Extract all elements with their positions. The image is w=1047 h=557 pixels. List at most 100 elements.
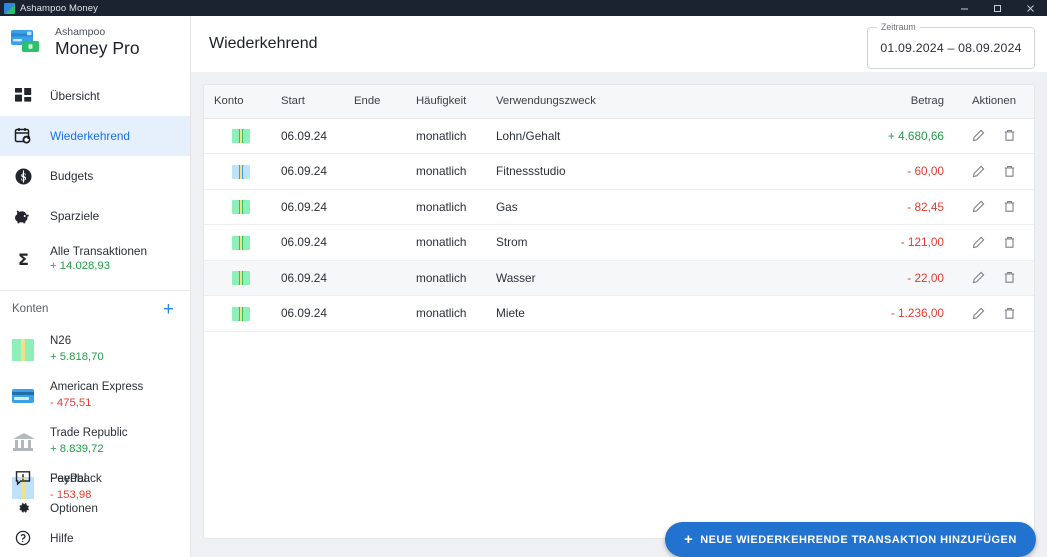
trash-icon[interactable] xyxy=(1002,128,1017,143)
gear-icon xyxy=(12,497,34,519)
recurring-icon xyxy=(12,125,34,147)
sidebar-item-budgets[interactable]: S Budgets xyxy=(0,156,190,196)
pencil-icon[interactable] xyxy=(971,235,986,250)
sidebar: Ashampoo Money Pro Übersicht Wiederkehre… xyxy=(0,16,191,557)
sidebar-item-sparziele[interactable]: Sparziele xyxy=(0,196,190,236)
sidebar-item-alle-transaktionen[interactable]: Σ Alle Transaktionen + 14.028,93 xyxy=(0,236,190,282)
sidebar-item-amount: + 14.028,93 xyxy=(50,260,110,273)
account-item-american-express[interactable]: American Express - 475,51 xyxy=(0,373,190,419)
cell-start: 06.09.24 xyxy=(278,153,350,190)
plus-icon: + xyxy=(684,531,694,548)
column-header-betrag[interactable]: Betrag xyxy=(824,85,954,119)
column-header-verwendungszweck[interactable]: Verwendungszweck xyxy=(490,85,824,119)
table-row[interactable]: 06.09.24 monatlich Gas - 82,45 xyxy=(204,189,1034,225)
cell-purpose: Lohn/Gehalt xyxy=(490,118,824,154)
cell-konto xyxy=(204,224,278,261)
app-logo-icon xyxy=(4,2,15,14)
secondary-nav: Feedback Optionen Hilfe xyxy=(0,463,190,553)
trash-icon[interactable] xyxy=(1002,235,1017,250)
column-header-haeufigkeit[interactable]: Häufigkeit xyxy=(414,85,490,119)
cell-konto xyxy=(204,189,278,225)
banknote-blue-icon xyxy=(232,164,250,179)
credit-card-blue-icon xyxy=(12,385,34,407)
account-balance: + 5.818,70 xyxy=(50,351,104,364)
feedback-icon xyxy=(12,467,34,489)
cell-purpose: Wasser xyxy=(490,260,824,296)
sidebar-item-uebersicht[interactable]: Übersicht xyxy=(0,76,190,116)
cell-frequency: monatlich xyxy=(414,260,490,296)
pencil-icon[interactable] xyxy=(971,306,986,321)
minimize-icon[interactable] xyxy=(948,0,981,16)
window-controls xyxy=(948,0,1047,16)
column-header-konto[interactable]: Konto xyxy=(204,85,278,119)
primary-nav: Übersicht Wiederkehrend Budgets Sparziel… xyxy=(0,68,190,282)
cell-start: 06.09.24 xyxy=(278,260,350,296)
dashboard-icon xyxy=(12,85,34,107)
cell-frequency: monatlich xyxy=(414,153,490,190)
cell-amount: + 4.680,66 xyxy=(824,118,954,154)
table-row[interactable]: 06.09.24 monatlich Wasser - 22,00 xyxy=(204,260,1034,296)
cell-frequency: monatlich xyxy=(414,118,490,154)
budget-coin-icon: S xyxy=(12,165,34,187)
column-header-start[interactable]: Start xyxy=(278,85,350,119)
close-icon[interactable] xyxy=(1014,0,1047,16)
cell-amount: - 22,00 xyxy=(824,260,954,296)
add-recurring-transaction-button[interactable]: + NEUE WIEDERKEHRENDE TRANSAKTION HINZUF… xyxy=(665,522,1036,557)
trash-icon[interactable] xyxy=(1002,199,1017,214)
cell-actions xyxy=(954,118,1034,154)
account-item-n26[interactable]: N26 + 5.818,70 xyxy=(0,327,190,373)
date-range-field[interactable]: Zeitraum 01.09.2024 – 08.09.2024 xyxy=(867,22,1035,69)
pencil-icon[interactable] xyxy=(971,199,986,214)
table-row[interactable]: 06.09.24 monatlich Miete - 1.236,00 xyxy=(204,295,1034,332)
sidebar-item-label: Feedback xyxy=(50,471,102,485)
sidebar-item-feedback[interactable]: Feedback xyxy=(0,463,190,493)
banknote-green-icon xyxy=(232,306,250,321)
cell-amount: - 60,00 xyxy=(824,153,954,190)
sidebar-item-hilfe[interactable]: Hilfe xyxy=(0,523,190,553)
cell-actions xyxy=(954,224,1034,261)
sidebar-item-label: Wiederkehrend xyxy=(50,129,130,143)
sidebar-item-wiederkehrend[interactable]: Wiederkehrend xyxy=(0,116,190,156)
banknote-green-icon xyxy=(12,339,34,361)
table-row[interactable]: 06.09.24 monatlich Strom - 121,00 xyxy=(204,224,1034,261)
cell-start: 06.09.24 xyxy=(278,224,350,261)
cell-actions xyxy=(954,260,1034,296)
cell-ende xyxy=(350,295,414,332)
trash-icon[interactable] xyxy=(1002,164,1017,179)
table-row[interactable]: 06.09.24 monatlich Fitnessstudio - 60,00 xyxy=(204,153,1034,190)
cell-frequency: monatlich xyxy=(414,295,490,332)
brand-block: Ashampoo Money Pro xyxy=(0,16,190,68)
cell-actions xyxy=(954,295,1034,332)
cell-amount: - 1.236,00 xyxy=(824,295,954,332)
sidebar-item-label: Budgets xyxy=(50,169,94,183)
banknote-green-icon xyxy=(232,235,250,250)
svg-text:Σ: Σ xyxy=(18,251,29,268)
add-account-button[interactable]: + xyxy=(161,300,176,319)
cell-actions xyxy=(954,153,1034,190)
column-header-ende[interactable]: Ende xyxy=(350,85,414,119)
table-row[interactable]: 06.09.24 monatlich Lohn/Gehalt + 4.680,6… xyxy=(204,118,1034,154)
banknote-green-icon xyxy=(232,271,250,286)
sidebar-item-optionen[interactable]: Optionen xyxy=(0,493,190,523)
maximize-icon[interactable] xyxy=(981,0,1014,16)
cell-start: 06.09.24 xyxy=(278,118,350,154)
account-item-trade-republic[interactable]: Trade Republic + 8.839,72 xyxy=(0,419,190,465)
date-range-value: 01.09.2024 – 08.09.2024 xyxy=(880,41,1022,55)
window-title: Ashampoo Money xyxy=(20,2,98,14)
cell-konto xyxy=(204,153,278,190)
pencil-icon[interactable] xyxy=(971,128,986,143)
recurring-table-card: Konto Start Ende Häufigkeit Verwendungsz… xyxy=(203,84,1035,539)
trash-icon[interactable] xyxy=(1002,270,1017,285)
cell-konto xyxy=(204,295,278,332)
account-balance: + 8.839,72 xyxy=(50,443,104,456)
trash-icon[interactable] xyxy=(1002,306,1017,321)
banknote-green-icon xyxy=(232,129,250,144)
cell-ende xyxy=(350,118,414,154)
pencil-icon[interactable] xyxy=(971,270,986,285)
account-name: Trade Republic xyxy=(50,427,128,440)
sidebar-item-label: Sparziele xyxy=(50,209,100,223)
date-range-legend: Zeitraum xyxy=(877,22,920,32)
cell-ende xyxy=(350,153,414,190)
pencil-icon[interactable] xyxy=(971,164,986,179)
column-header-aktionen: Aktionen xyxy=(954,85,1034,119)
